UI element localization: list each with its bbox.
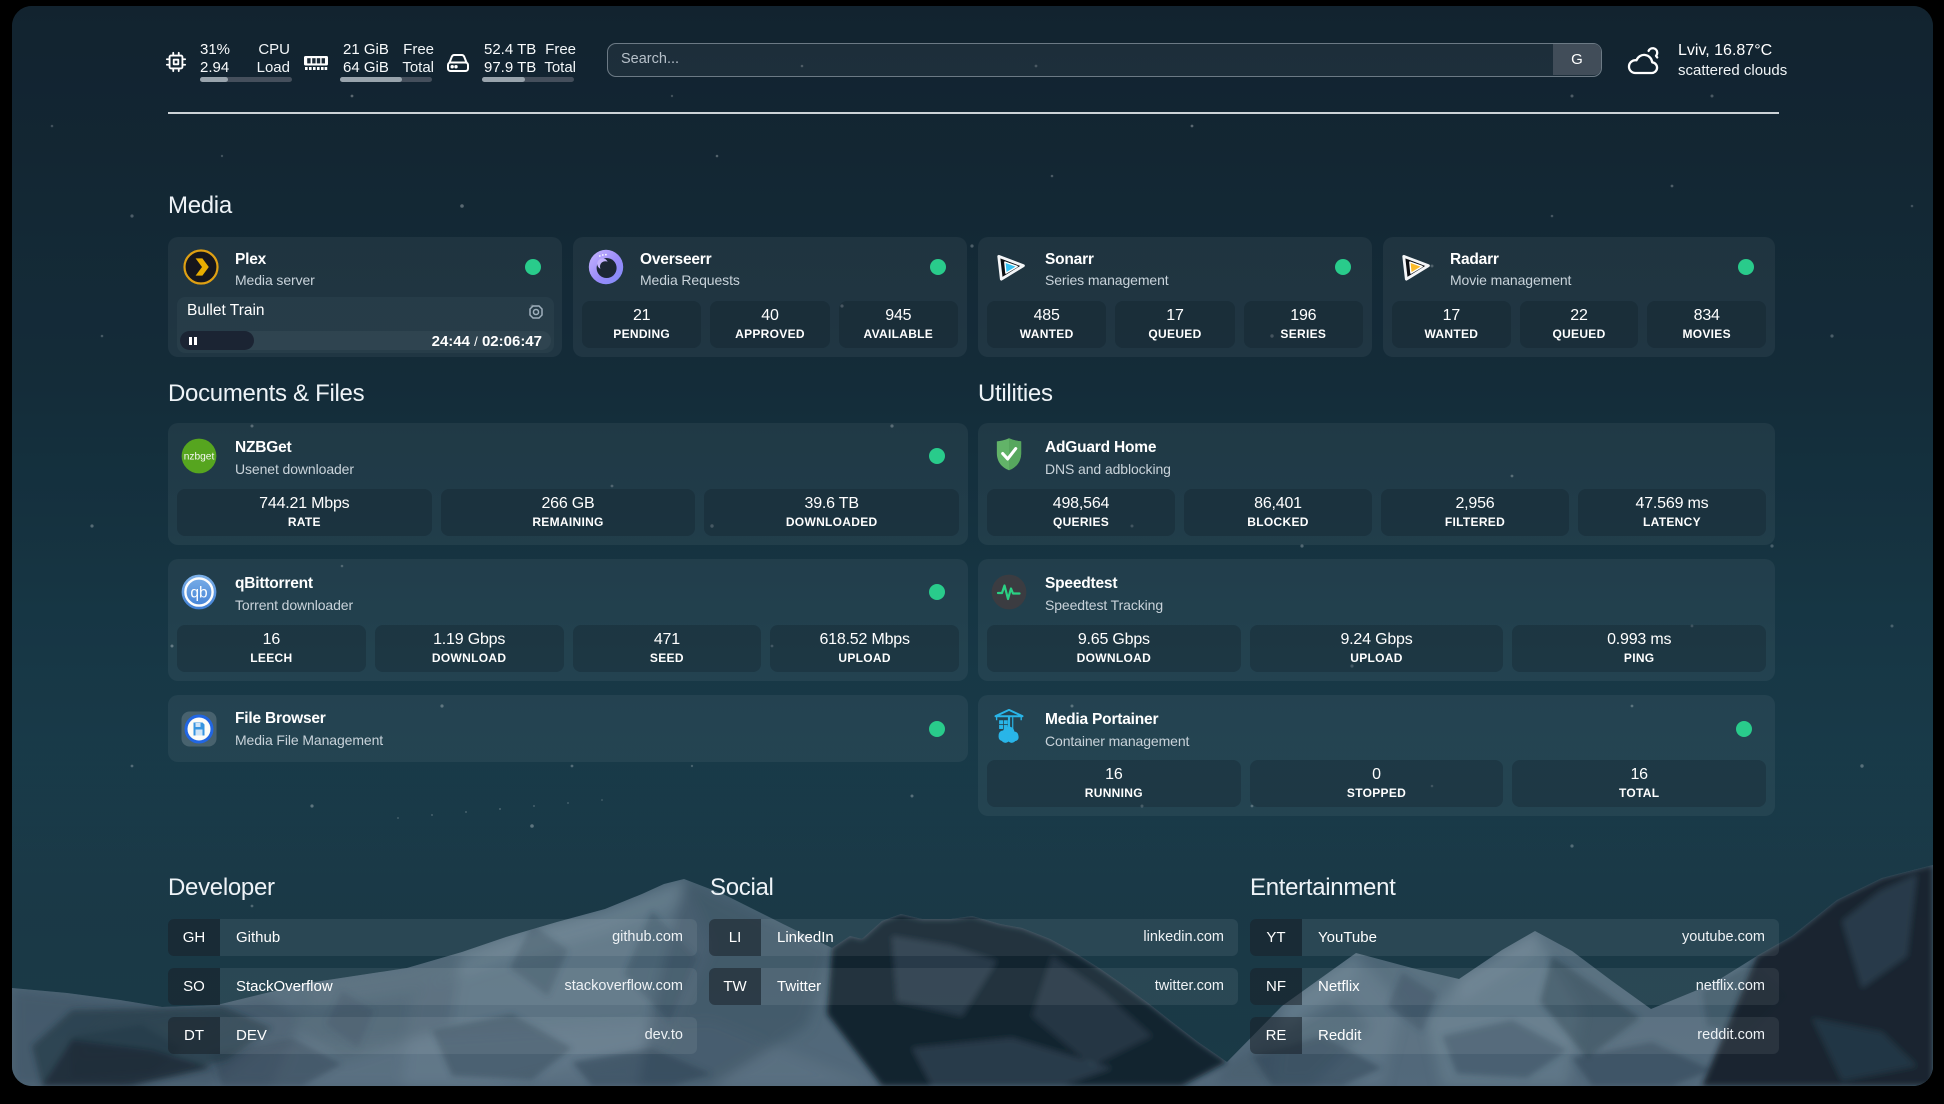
svg-text:qb: qb (190, 584, 207, 601)
svg-text:nzbget: nzbget (184, 452, 215, 463)
